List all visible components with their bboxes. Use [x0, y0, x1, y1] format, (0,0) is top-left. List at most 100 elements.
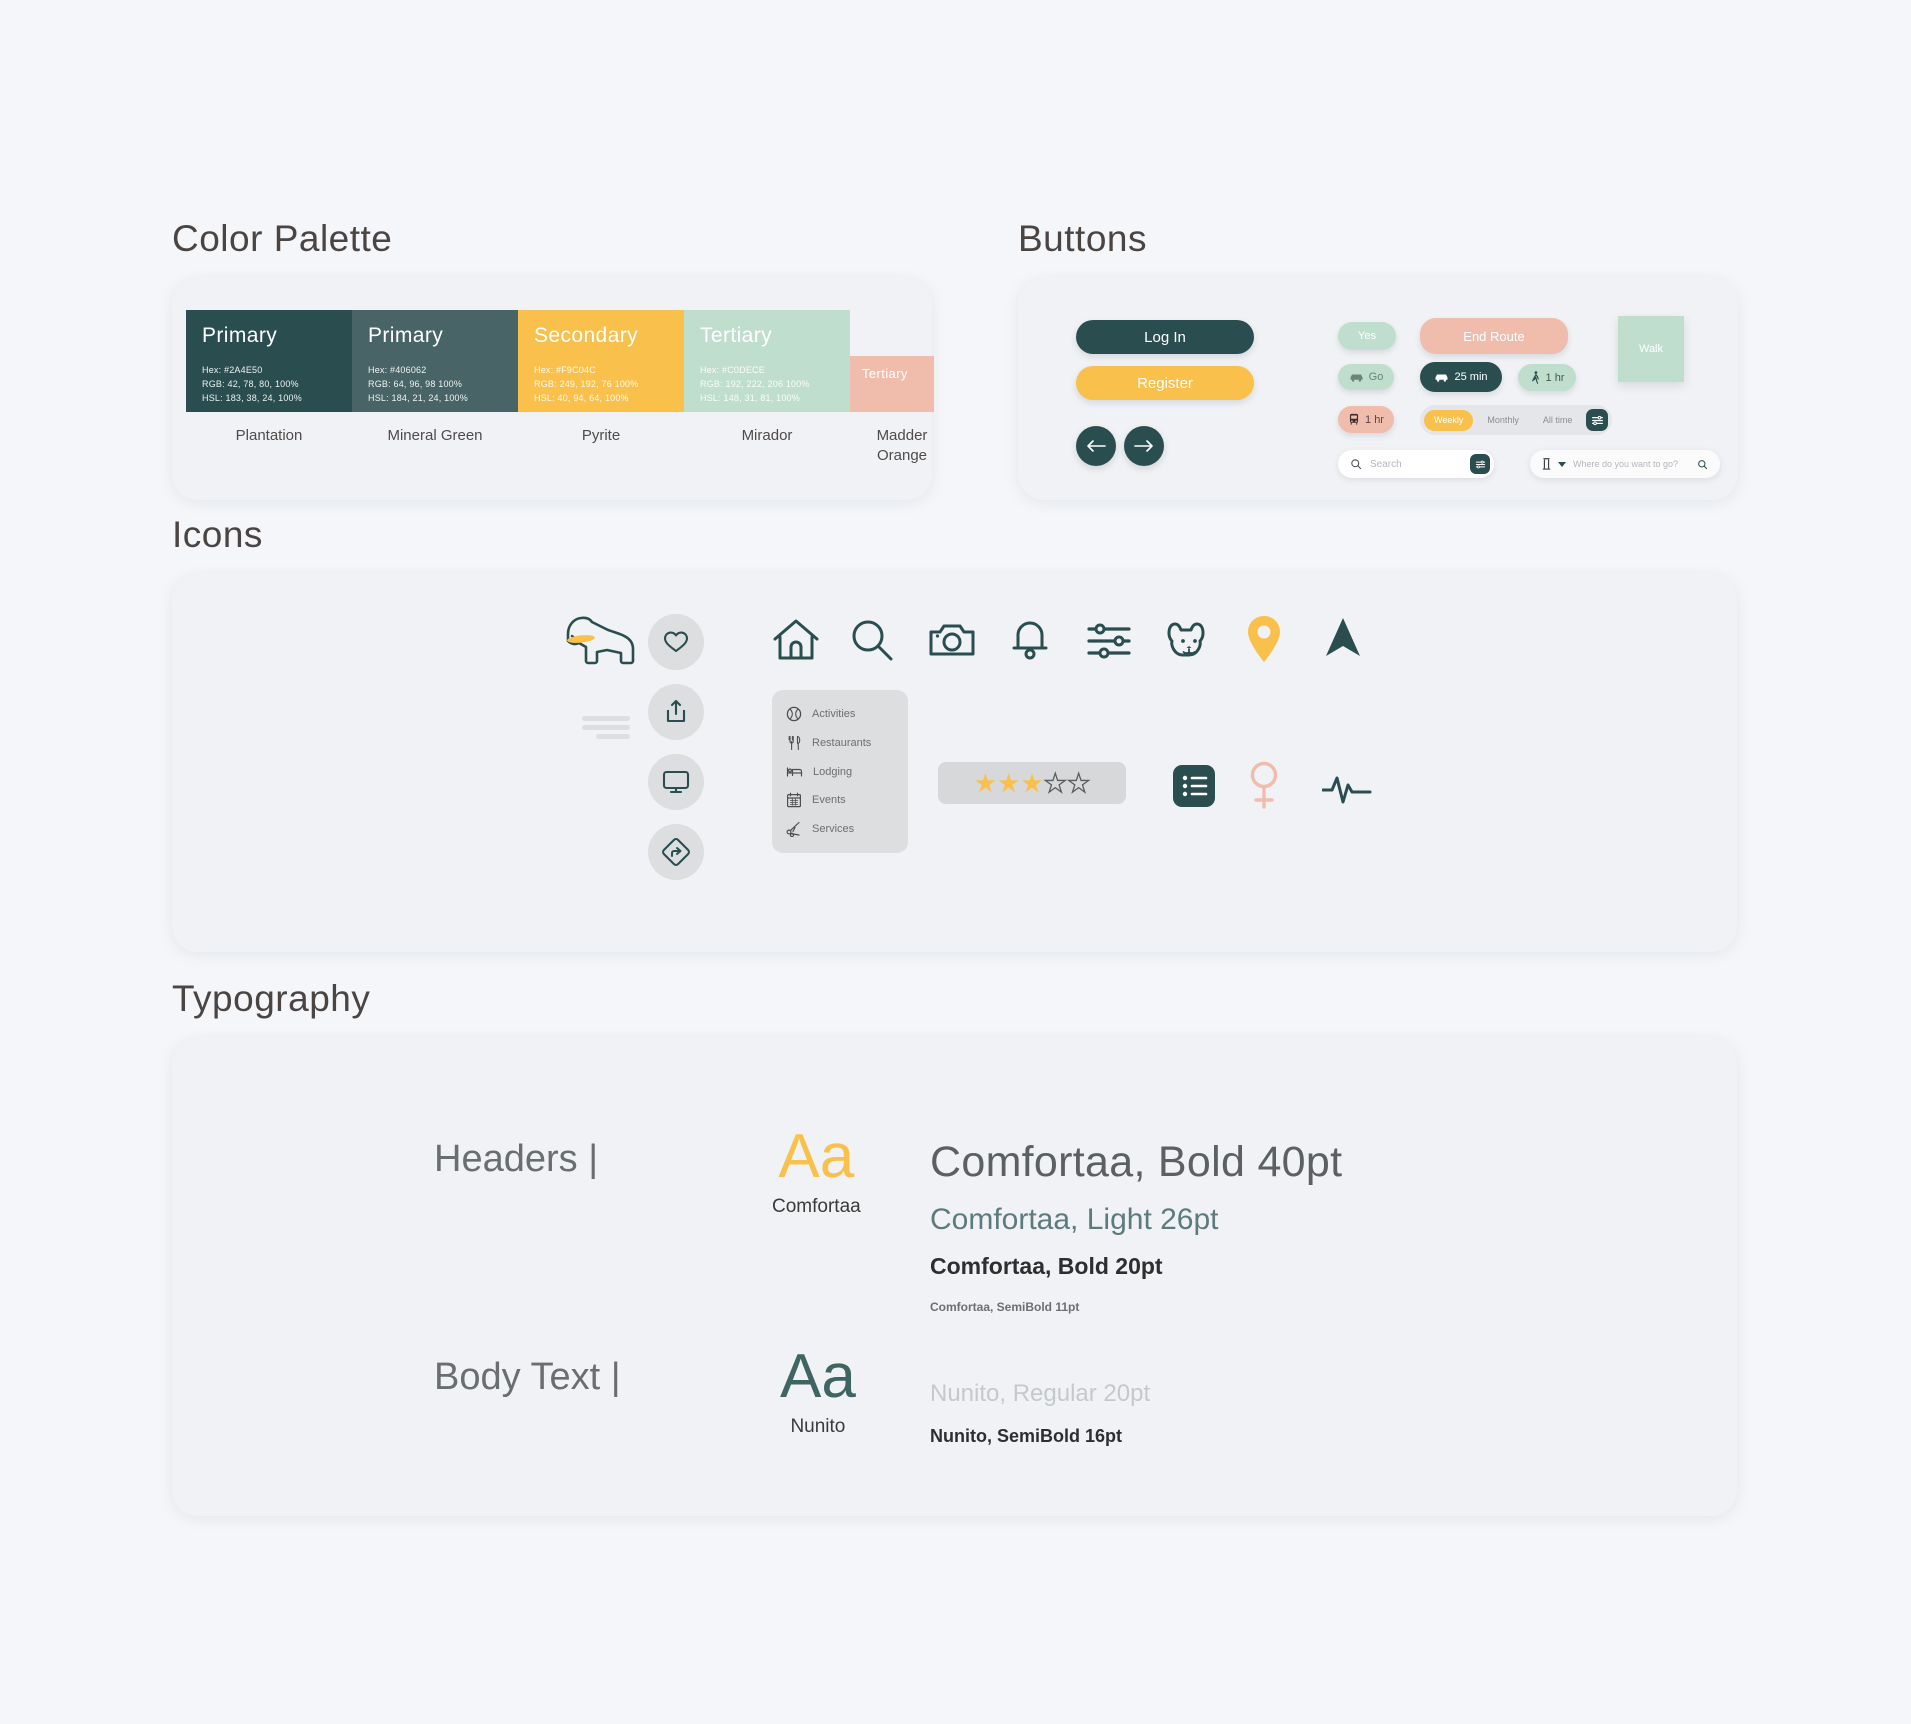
star-icon[interactable]: ★: [1020, 770, 1043, 796]
landmark-icon: [1542, 458, 1551, 470]
typography-panel: Headers | Aa Comfortaa Comfortaa, Bold 4…: [172, 1038, 1737, 1516]
search-icon[interactable]: [850, 618, 894, 667]
search-icon: [1351, 459, 1362, 470]
star-icon[interactable]: ★: [997, 770, 1020, 796]
walk-time-button[interactable]: 1 hr: [1518, 364, 1576, 391]
star-rating[interactable]: ★ ★ ★ ★ ★: [938, 762, 1126, 804]
menu-item-label: Activities: [812, 708, 856, 720]
walking-person-icon: [1531, 371, 1539, 384]
menu-item-label: Restaurants: [812, 737, 872, 749]
bus-icon: [1349, 413, 1359, 425]
register-button[interactable]: Register: [1076, 366, 1254, 400]
star-icon[interactable]: ★: [1066, 769, 1091, 796]
specimen-comfortaa-semibold-11: Comfortaa, SemiBold 11pt: [930, 1300, 1080, 1314]
heartbeat-pulse-icon[interactable]: [1321, 770, 1372, 809]
specimen-nunito-regular-20: Nunito, Regular 20pt: [930, 1380, 1151, 1407]
swatch-rgb: RGB: 249, 192, 76 100%: [534, 378, 639, 389]
monitor-icon: [662, 770, 690, 794]
specimen-comfortaa-bold-20: Comfortaa, Bold 20pt: [930, 1253, 1163, 1279]
icons-panel: Activities Restaurants Lodging Events Se…: [172, 574, 1737, 952]
baseball-icon: [786, 706, 802, 722]
home-icon[interactable]: [772, 618, 820, 667]
back-button[interactable]: [1076, 426, 1116, 466]
nunito-specimen-block: Aa Nunito: [780, 1346, 856, 1438]
end-route-button[interactable]: End Route: [1420, 318, 1568, 354]
go-label: Go: [1368, 371, 1384, 383]
display-button[interactable]: [648, 754, 704, 810]
calendar-icon: [787, 792, 802, 808]
specimen-comfortaa-light-26: Comfortaa, Light 26pt: [930, 1203, 1219, 1236]
forward-button[interactable]: [1124, 426, 1164, 466]
comfortaa-specimen-block: Aa Comfortaa: [772, 1126, 861, 1218]
specimen-comfortaa-bold-40: Comfortaa, Bold 40pt: [930, 1138, 1343, 1186]
comfortaa-family-name: Comfortaa: [772, 1196, 861, 1217]
chevron-down-icon[interactable]: [1558, 461, 1566, 467]
swatch-role: Secondary: [534, 324, 638, 347]
nunito-family-name: Nunito: [790, 1416, 846, 1437]
go-button[interactable]: Go: [1338, 364, 1394, 390]
swatch-role: Primary: [202, 324, 278, 347]
swatch-hsl: HSL: 148, 31, 81, 100%: [700, 392, 800, 403]
search-icon[interactable]: [1697, 459, 1708, 470]
scissors-icon: [786, 821, 800, 837]
walk-tile-button[interactable]: Walk: [1618, 316, 1684, 382]
star-icon[interactable]: ★: [1043, 769, 1068, 796]
segment-all-time[interactable]: All time: [1533, 415, 1583, 425]
menu-item-label: Events: [812, 794, 846, 806]
swatch-hex: Hex: #F9C04C: [534, 365, 596, 375]
swatch-role: Primary: [368, 324, 444, 347]
swatch-madder-orange[interactable]: Tertiary: [850, 356, 934, 412]
swatch-rgb: RGB: 192, 222, 206 100%: [700, 378, 810, 389]
swatch-pyrite[interactable]: Secondary Hex: #F9C04C RGB: 249, 192, 76…: [518, 310, 684, 412]
search-field[interactable]: Search: [1338, 450, 1494, 478]
menu-item-activities[interactable]: Activities: [772, 706, 908, 722]
swatch-hex: Hex: #406062: [368, 365, 427, 375]
map-pin-icon[interactable]: [1244, 614, 1284, 669]
section-title-buttons: Buttons: [1018, 218, 1147, 259]
color-palette-section: Color Palette Primary Hex: #2A4E50 RGB: …: [172, 218, 934, 500]
female-gender-icon[interactable]: [1244, 760, 1284, 815]
filter-button[interactable]: [1586, 409, 1609, 431]
arrow-right-icon: [1134, 440, 1153, 452]
segment-monthly[interactable]: Monthly: [1477, 415, 1529, 425]
category-menu: Activities Restaurants Lodging Events Se…: [772, 690, 908, 853]
drive-time-label: 25 min: [1454, 371, 1488, 383]
swatch-role: Tertiary: [862, 366, 908, 381]
star-icon[interactable]: ★: [974, 770, 997, 796]
list-view-icon[interactable]: [1172, 764, 1216, 813]
drive-time-button[interactable]: 25 min: [1420, 362, 1502, 392]
swatch-mirador[interactable]: Tertiary Hex: #C0DECE RGB: 192, 222, 206…: [684, 310, 850, 412]
arrow-left-icon: [1087, 440, 1106, 452]
menu-item-services[interactable]: Services: [772, 821, 908, 837]
share-button[interactable]: [648, 684, 704, 740]
text-lines-icon: [582, 714, 632, 747]
menu-item-label: Lodging: [813, 765, 853, 778]
style-guide-page: Color Palette Primary Hex: #2A4E50 RGB: …: [0, 0, 1911, 1724]
navigation-arrow-icon[interactable]: [1322, 616, 1364, 665]
swatch-role: Tertiary: [700, 324, 773, 347]
menu-item-restaurants[interactable]: Restaurants: [772, 735, 908, 751]
destination-search-field[interactable]: Where do you want to go?: [1530, 450, 1720, 478]
menu-item-lodging[interactable]: Lodging: [772, 764, 908, 779]
swatch-plantation[interactable]: Primary Hex: #2A4E50 RGB: 42, 78, 80, 10…: [186, 310, 352, 412]
swatch-rgb: RGB: 42, 78, 80, 100%: [202, 378, 299, 389]
dog-face-icon[interactable]: [1166, 616, 1212, 665]
search-filter-button[interactable]: [1470, 454, 1490, 474]
color-palette-panel: Primary Hex: #2A4E50 RGB: 42, 78, 80, 10…: [172, 278, 934, 500]
menu-item-events[interactable]: Events: [772, 792, 908, 808]
swatch-name-mineral-green: Mineral Green: [387, 427, 483, 444]
favorite-button[interactable]: [648, 614, 704, 670]
bus-time-button[interactable]: 1 hr: [1338, 406, 1394, 433]
bell-icon[interactable]: [1008, 616, 1052, 667]
swatch-name-row: Plantation Mineral Green Pyrite Mirador …: [186, 426, 954, 467]
segment-weekly[interactable]: Weekly: [1424, 409, 1474, 431]
swatch-mineral-green[interactable]: Primary Hex: #406062 RGB: 64, 96, 98 100…: [352, 310, 518, 412]
login-button[interactable]: Log In: [1076, 320, 1254, 354]
directions-button[interactable]: [648, 824, 704, 880]
section-title-icons: Icons: [172, 514, 263, 555]
yes-button[interactable]: Yes: [1338, 322, 1396, 350]
camera-icon[interactable]: [928, 620, 976, 665]
settings-sliders-icon[interactable]: [1086, 622, 1134, 665]
time-range-segmented-control: Weekly Monthly All time: [1420, 405, 1613, 435]
icons-section: Icons Activities Restaurants Lodging Eve…: [172, 514, 1737, 952]
